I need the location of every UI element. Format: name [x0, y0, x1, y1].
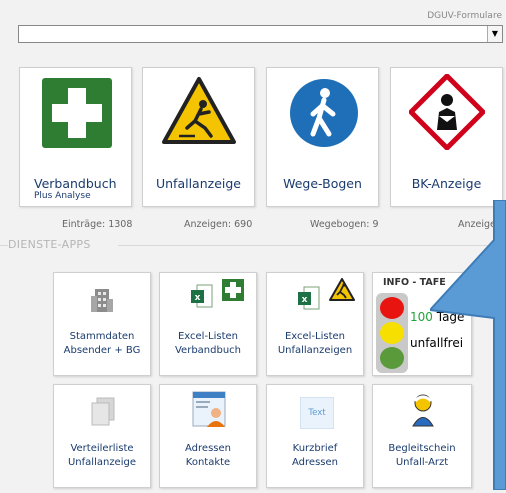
tile-bk-anzeige[interactable]: BK-Anzeige	[390, 67, 503, 207]
tile-unfallanzeige-label: Unfallanzeige	[155, 176, 241, 191]
first-aid-icon	[222, 279, 244, 301]
health-hazard-icon	[409, 74, 485, 150]
stat-wegebogen: Wegebogen: 9	[310, 219, 379, 230]
app-stammdaten-line2: Absender + BG	[63, 345, 141, 356]
stat-unfallanzeige: Anzeigen: 690	[184, 219, 253, 230]
pedestrian-icon	[290, 79, 358, 147]
form-select-value	[19, 33, 22, 44]
app-kurzbrief[interactable]: Text Kurzbrief Adressen	[266, 384, 364, 488]
svg-text:x: x	[302, 295, 308, 305]
tile-unfallanzeige[interactable]: Unfallanzeige	[142, 67, 255, 207]
documents-icon	[91, 397, 115, 426]
app-excel-verbandbuch-line2: Verbandbuch	[174, 345, 241, 356]
tile-wege-bogen[interactable]: Wege-Bogen	[266, 67, 379, 207]
callout-arrow-shape	[430, 200, 506, 490]
app-excel-verbandbuch[interactable]: x Excel-Listen Verbandbuch	[159, 272, 257, 376]
app-excel-verbandbuch-line1: Excel-Listen	[177, 331, 239, 342]
tile-verbandbuch[interactable]: Verbandbuch Plus Analyse	[19, 67, 132, 207]
building-icon	[91, 289, 113, 312]
app-excel-unfallanzeigen-line1: Excel-Listen	[284, 331, 346, 342]
app-excel-unfallanzeigen[interactable]: x Excel-Listen Unfallanzeigen	[266, 272, 364, 376]
excel-icon: x	[298, 286, 320, 310]
section-title: DIENSTE-APPS	[8, 238, 91, 251]
app-adressen-line2: Kontakte	[185, 457, 231, 468]
header-label: DGUV-Formulare	[427, 11, 502, 21]
app-stammdaten-line1: Stammdaten	[69, 331, 135, 342]
contacts-icon	[192, 391, 226, 427]
app-stammdaten[interactable]: Stammdaten Absender + BG	[53, 272, 151, 376]
tile-verbandbuch-sublabel: Plus Analyse	[34, 191, 91, 201]
first-aid-icon	[42, 78, 112, 148]
chevron-down-icon[interactable]: ▼	[487, 26, 502, 42]
tile-wege-bogen-label: Wege-Bogen	[283, 176, 362, 191]
excel-icon: x	[191, 284, 213, 308]
tile-verbandbuch-label: Verbandbuch	[34, 176, 117, 191]
app-kurzbrief-line2: Adressen	[292, 457, 338, 468]
app-verteilerliste-line2: Unfallanzeige	[67, 457, 136, 468]
warning-slip-icon	[162, 77, 236, 144]
text-document-icon: Text	[300, 397, 334, 429]
section-divider	[0, 245, 8, 246]
svg-text:x: x	[195, 293, 201, 303]
app-verteilerliste[interactable]: Verteilerliste Unfallanzeige	[53, 384, 151, 488]
app-adressen-line1: Adressen	[185, 443, 231, 454]
app-adressen[interactable]: Adressen Kontakte	[159, 384, 257, 488]
tile-bk-anzeige-label: BK-Anzeige	[411, 176, 482, 191]
app-excel-unfallanzeigen-line2: Unfallanzeigen	[277, 345, 353, 356]
form-select[interactable]: ▼	[18, 25, 503, 43]
warning-slip-icon	[329, 278, 355, 301]
stat-verbandbuch: Einträge: 1308	[62, 219, 133, 230]
traffic-light-icon	[376, 293, 408, 373]
app-verteilerliste-line1: Verteilerliste	[70, 443, 134, 454]
app-kurzbrief-line1: Kurzbrief	[292, 443, 338, 454]
